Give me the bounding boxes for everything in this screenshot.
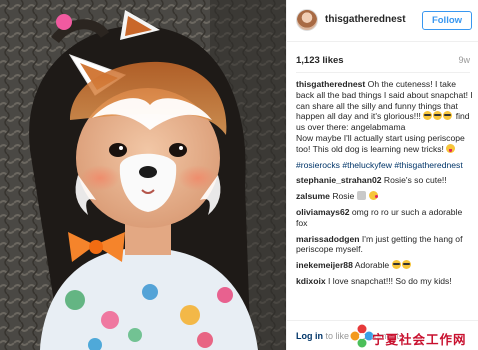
comments-list: thisgatherednest Oh the cuteness! I take… [296, 79, 474, 319]
comment-username[interactable]: inekemeijer88 [296, 260, 353, 270]
left-eye [109, 143, 127, 157]
post-header: thisgatherednest Follow [287, 0, 478, 42]
comment-text: Rosie's so cute!! [383, 175, 447, 186]
comment-text: Rosie [332, 191, 355, 202]
follow-button[interactable]: Follow [422, 11, 472, 30]
right-eye [169, 143, 187, 157]
comment-item: zalsume Rosie [296, 191, 474, 202]
sunglasses-emoji-icon [433, 111, 443, 121]
fox-nose [139, 166, 157, 178]
hashtags[interactable]: #rosierocks #theluckyfew #thisgatheredne… [296, 160, 474, 171]
post-age[interactable]: 9w [458, 55, 470, 65]
profile-avatar[interactable] [296, 9, 318, 31]
comment-item: stephanie_strahan02 Rosie's so cute!! [296, 175, 474, 186]
comment-text: Adorable [354, 260, 390, 271]
divider [296, 72, 470, 73]
post-photo[interactable] [0, 0, 286, 350]
comment-username[interactable]: marissadodgen [296, 234, 360, 244]
comment-username[interactable]: oliviamays62 [296, 207, 350, 217]
caption-line-3: Now maybe I'll actually start using peri… [296, 132, 465, 154]
kiss-emoji-icon [369, 191, 379, 201]
comment-username[interactable]: zalsume [296, 191, 330, 201]
comment-username[interactable]: stephanie_strahan02 [296, 175, 382, 185]
caption-username[interactable]: thisgatherednest [296, 79, 365, 89]
comment-item: inekemeijer88 Adorable [296, 260, 474, 271]
watermark-text: 宁夏社会工作网 [372, 332, 467, 347]
likes-count[interactable]: 1,123 likes [296, 55, 344, 66]
login-link[interactable]: Log in [296, 331, 323, 341]
comment-username[interactable]: kdixoix [296, 276, 326, 286]
post-side-panel: thisgatherednest Follow 1,123 likes 9w t… [286, 0, 478, 350]
sunglasses-emoji-icon [423, 111, 433, 121]
caption: thisgatherednest Oh the cuteness! I take… [296, 79, 474, 155]
sunglasses-emoji-icon [443, 111, 453, 121]
likes-row: 1,123 likes 9w [287, 52, 478, 70]
site-watermark: 宁夏社会工作网 [350, 322, 478, 350]
ns-flower-logo [350, 324, 374, 348]
header-username[interactable]: thisgatherednest [325, 14, 406, 25]
sunglasses-emoji-icon [401, 260, 411, 270]
comment-item: marissadodgen I'm just getting the hang … [296, 234, 474, 256]
photo-illustration [0, 0, 286, 350]
comment-text: I love snapchat!!! So do my kids! [328, 275, 452, 286]
fox-emoji-icon [356, 191, 366, 201]
hair-tie [56, 14, 72, 30]
sunglasses-emoji-icon [391, 260, 401, 270]
tongue-emoji-icon [446, 143, 456, 153]
comment-item: kdixoix I love snapchat!!! So do my kids… [296, 276, 474, 287]
comment-item: oliviamays62 omg ro ro ur such a adorabl… [296, 207, 474, 229]
